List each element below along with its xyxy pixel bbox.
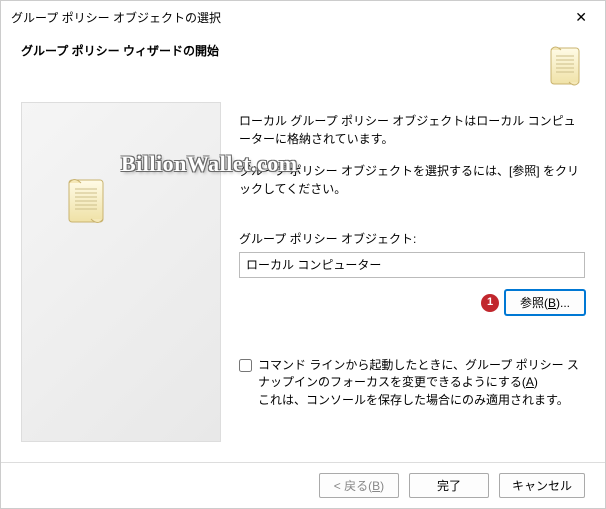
browse-button-label: 参照(B)...: [520, 296, 570, 310]
finish-button[interactable]: 完了: [409, 473, 489, 498]
browse-button[interactable]: 参照(B)...: [505, 290, 585, 315]
focus-change-checkbox[interactable]: [239, 359, 252, 372]
window-title: グループ ポリシー オブジェクトの選択: [11, 9, 221, 26]
scroll-icon: [545, 42, 585, 90]
wizard-sidebar: [21, 102, 221, 442]
checkbox-label: コマンド ラインから起動したときに、グループ ポリシー スナップインのフォーカス…: [258, 358, 579, 389]
page-heading: グループ ポリシー ウィザードの開始: [21, 42, 219, 90]
description-2: グループ ポリシー オブジェクトを選択するには、[参照] をクリックしてください…: [239, 162, 585, 198]
checkbox-note: これは、コンソールを保存した場合にのみ適用されます。: [258, 393, 569, 407]
cancel-button[interactable]: キャンセル: [499, 473, 585, 498]
scroll-icon-small: [62, 173, 110, 229]
step-badge: 1: [481, 294, 499, 312]
close-icon[interactable]: ✕: [567, 7, 595, 28]
gpo-input[interactable]: ローカル コンピューター: [239, 252, 585, 278]
gpo-field-label: グループ ポリシー オブジェクト:: [239, 230, 585, 248]
description-1: ローカル グループ ポリシー オブジェクトはローカル コンピューターに格納されて…: [239, 112, 585, 148]
back-button: < 戻る(B): [319, 473, 399, 498]
